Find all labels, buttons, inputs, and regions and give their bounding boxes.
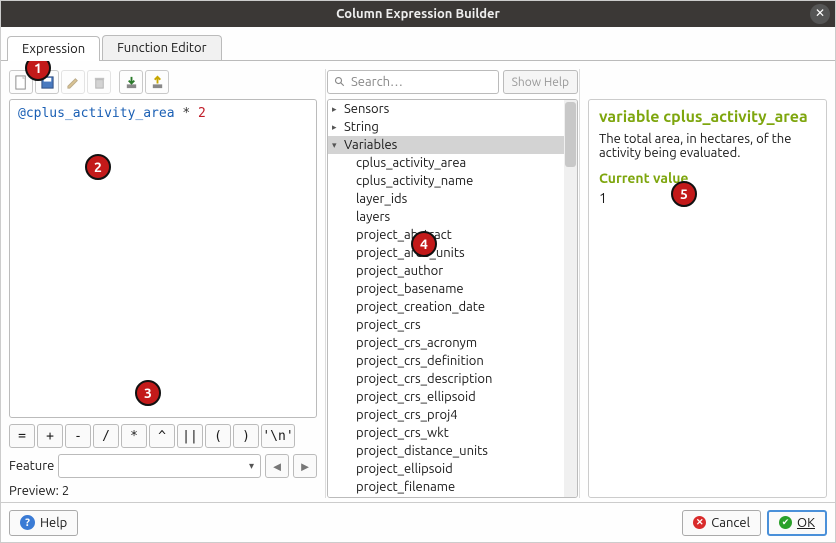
expression-variable-token: @cplus_activity_area — [18, 106, 175, 121]
help-button[interactable]: ? Help — [9, 510, 78, 536]
feature-row: Feature ▾ ◄ ► — [9, 454, 317, 478]
tree-item-project-crs-ellipsoid[interactable]: project_crs_ellipsoid — [328, 388, 577, 406]
tree-item-project-crs-wkt[interactable]: project_crs_wkt — [328, 424, 577, 442]
import-expressions-icon[interactable] — [119, 70, 143, 94]
tree-item-cplus-activity-area[interactable]: cplus_activity_area — [328, 154, 577, 172]
expression-number-token: 2 — [198, 106, 206, 121]
op-mul[interactable]: * — [121, 424, 147, 448]
help-panel: variable cplus_activity_area The total a… — [588, 99, 827, 498]
function-tree[interactable]: Sensors String Variables cplus_activity_… — [327, 99, 578, 498]
operator-row: = + - / * ^ || ( ) '\n' — [9, 424, 317, 448]
search-icon — [334, 76, 346, 88]
preview-value: 2 — [62, 484, 69, 498]
feature-next-button[interactable]: ► — [293, 454, 317, 478]
tree-item-cplus-activity-name[interactable]: cplus_activity_name — [328, 172, 577, 190]
body: 1 2 3 4 5 @cplus_activity_area * 2 — [1, 61, 835, 502]
tree-scrollbar-thumb[interactable] — [565, 102, 576, 167]
search-placeholder: Search… — [351, 75, 403, 89]
op-lparen[interactable]: ( — [205, 424, 231, 448]
tree-item-project-abstract[interactable]: project_abstract — [328, 226, 577, 244]
search-row: Search… Show Help — [327, 69, 578, 95]
tabs: Expression Function Editor — [1, 31, 835, 61]
tree-group-string[interactable]: String — [328, 118, 577, 136]
help-current-value: 1 — [599, 190, 816, 206]
op-rparen[interactable]: ) — [233, 424, 259, 448]
tree-item-project-creation-date[interactable]: project_creation_date — [328, 298, 577, 316]
op-eq[interactable]: = — [9, 424, 35, 448]
tree-group-sensors[interactable]: Sensors — [328, 100, 577, 118]
tree-item-layer-ids[interactable]: layer_ids — [328, 190, 577, 208]
op-pow[interactable]: ^ — [149, 424, 175, 448]
op-concat[interactable]: || — [177, 424, 203, 448]
footer: ? Help ✕ Cancel ✔ OK — [1, 502, 835, 542]
preview-label: Preview: — [9, 484, 59, 498]
tree-item-project-distance-units[interactable]: project_distance_units — [328, 442, 577, 460]
help-icon: ? — [20, 515, 35, 530]
close-icon[interactable]: ✕ — [810, 4, 830, 24]
tree-item-project-crs-proj4[interactable]: project_crs_proj4 — [328, 406, 577, 424]
ok-button-label: OK — [797, 516, 815, 530]
ok-button[interactable]: ✔ OK — [767, 510, 827, 536]
tree-item-project-folder[interactable]: project_folder — [328, 496, 577, 498]
ok-icon: ✔ — [779, 516, 792, 529]
tree-item-project-crs-definition[interactable]: project_crs_definition — [328, 352, 577, 370]
expression-op-token: * — [182, 106, 198, 121]
triangle-right-icon: ► — [299, 459, 312, 474]
edit-expression-icon[interactable] — [61, 70, 85, 94]
tree-scrollbar[interactable] — [564, 100, 577, 497]
cancel-icon: ✕ — [693, 516, 706, 529]
feature-prev-button[interactable]: ◄ — [265, 454, 289, 478]
new-expression-icon[interactable] — [9, 70, 33, 94]
op-div[interactable]: / — [93, 424, 119, 448]
tree-group-variables[interactable]: Variables — [328, 136, 577, 154]
export-expressions-icon[interactable] — [145, 70, 169, 94]
help-description: The total area, in hectares, of the acti… — [599, 132, 816, 160]
tree-item-project-author[interactable]: project_author — [328, 262, 577, 280]
feature-label: Feature — [9, 459, 54, 473]
op-plus[interactable]: + — [37, 424, 63, 448]
left-column: @cplus_activity_area * 2 = + - / * ^ || … — [9, 69, 317, 498]
delete-expression-icon[interactable] — [87, 70, 111, 94]
tab-function-editor[interactable]: Function Editor — [102, 35, 221, 60]
help-button-label: Help — [40, 516, 67, 530]
tab-expression[interactable]: Expression — [7, 36, 100, 61]
expression-toolbar — [9, 69, 317, 95]
search-input[interactable]: Search… — [327, 70, 499, 94]
right-column: variable cplus_activity_area The total a… — [588, 69, 827, 498]
window-title: Column Expression Builder — [336, 7, 500, 21]
middle-column: Search… Show Help Sensors String Variabl… — [325, 69, 580, 498]
cancel-button-label: Cancel — [711, 516, 750, 530]
save-expression-icon[interactable] — [35, 70, 59, 94]
tree-item-layers[interactable]: layers — [328, 208, 577, 226]
tree-item-project-crs-description[interactable]: project_crs_description — [328, 370, 577, 388]
triangle-left-icon: ◄ — [271, 459, 284, 474]
op-minus[interactable]: - — [65, 424, 91, 448]
expression-editor[interactable]: @cplus_activity_area * 2 — [9, 99, 317, 418]
tree-item-project-crs-acronym[interactable]: project_crs_acronym — [328, 334, 577, 352]
preview-row: Preview: 2 — [9, 484, 317, 498]
tree-item-project-area-units[interactable]: project_area_units — [328, 244, 577, 262]
help-current-value-label: Current value — [599, 170, 816, 186]
chevron-down-icon: ▾ — [249, 460, 254, 472]
op-newline[interactable]: '\n' — [261, 424, 295, 448]
help-title: variable cplus_activity_area — [599, 108, 816, 126]
titlebar: Column Expression Builder ✕ — [1, 1, 835, 27]
cancel-button[interactable]: ✕ Cancel — [682, 510, 761, 536]
feature-combobox[interactable]: ▾ — [58, 454, 261, 478]
tree-item-project-filename[interactable]: project_filename — [328, 478, 577, 496]
tree-item-project-crs[interactable]: project_crs — [328, 316, 577, 334]
show-help-button[interactable]: Show Help — [503, 70, 578, 94]
tree-item-project-basename[interactable]: project_basename — [328, 280, 577, 298]
window: Column Expression Builder ✕ Expression F… — [0, 0, 836, 543]
tree-item-project-ellipsoid[interactable]: project_ellipsoid — [328, 460, 577, 478]
